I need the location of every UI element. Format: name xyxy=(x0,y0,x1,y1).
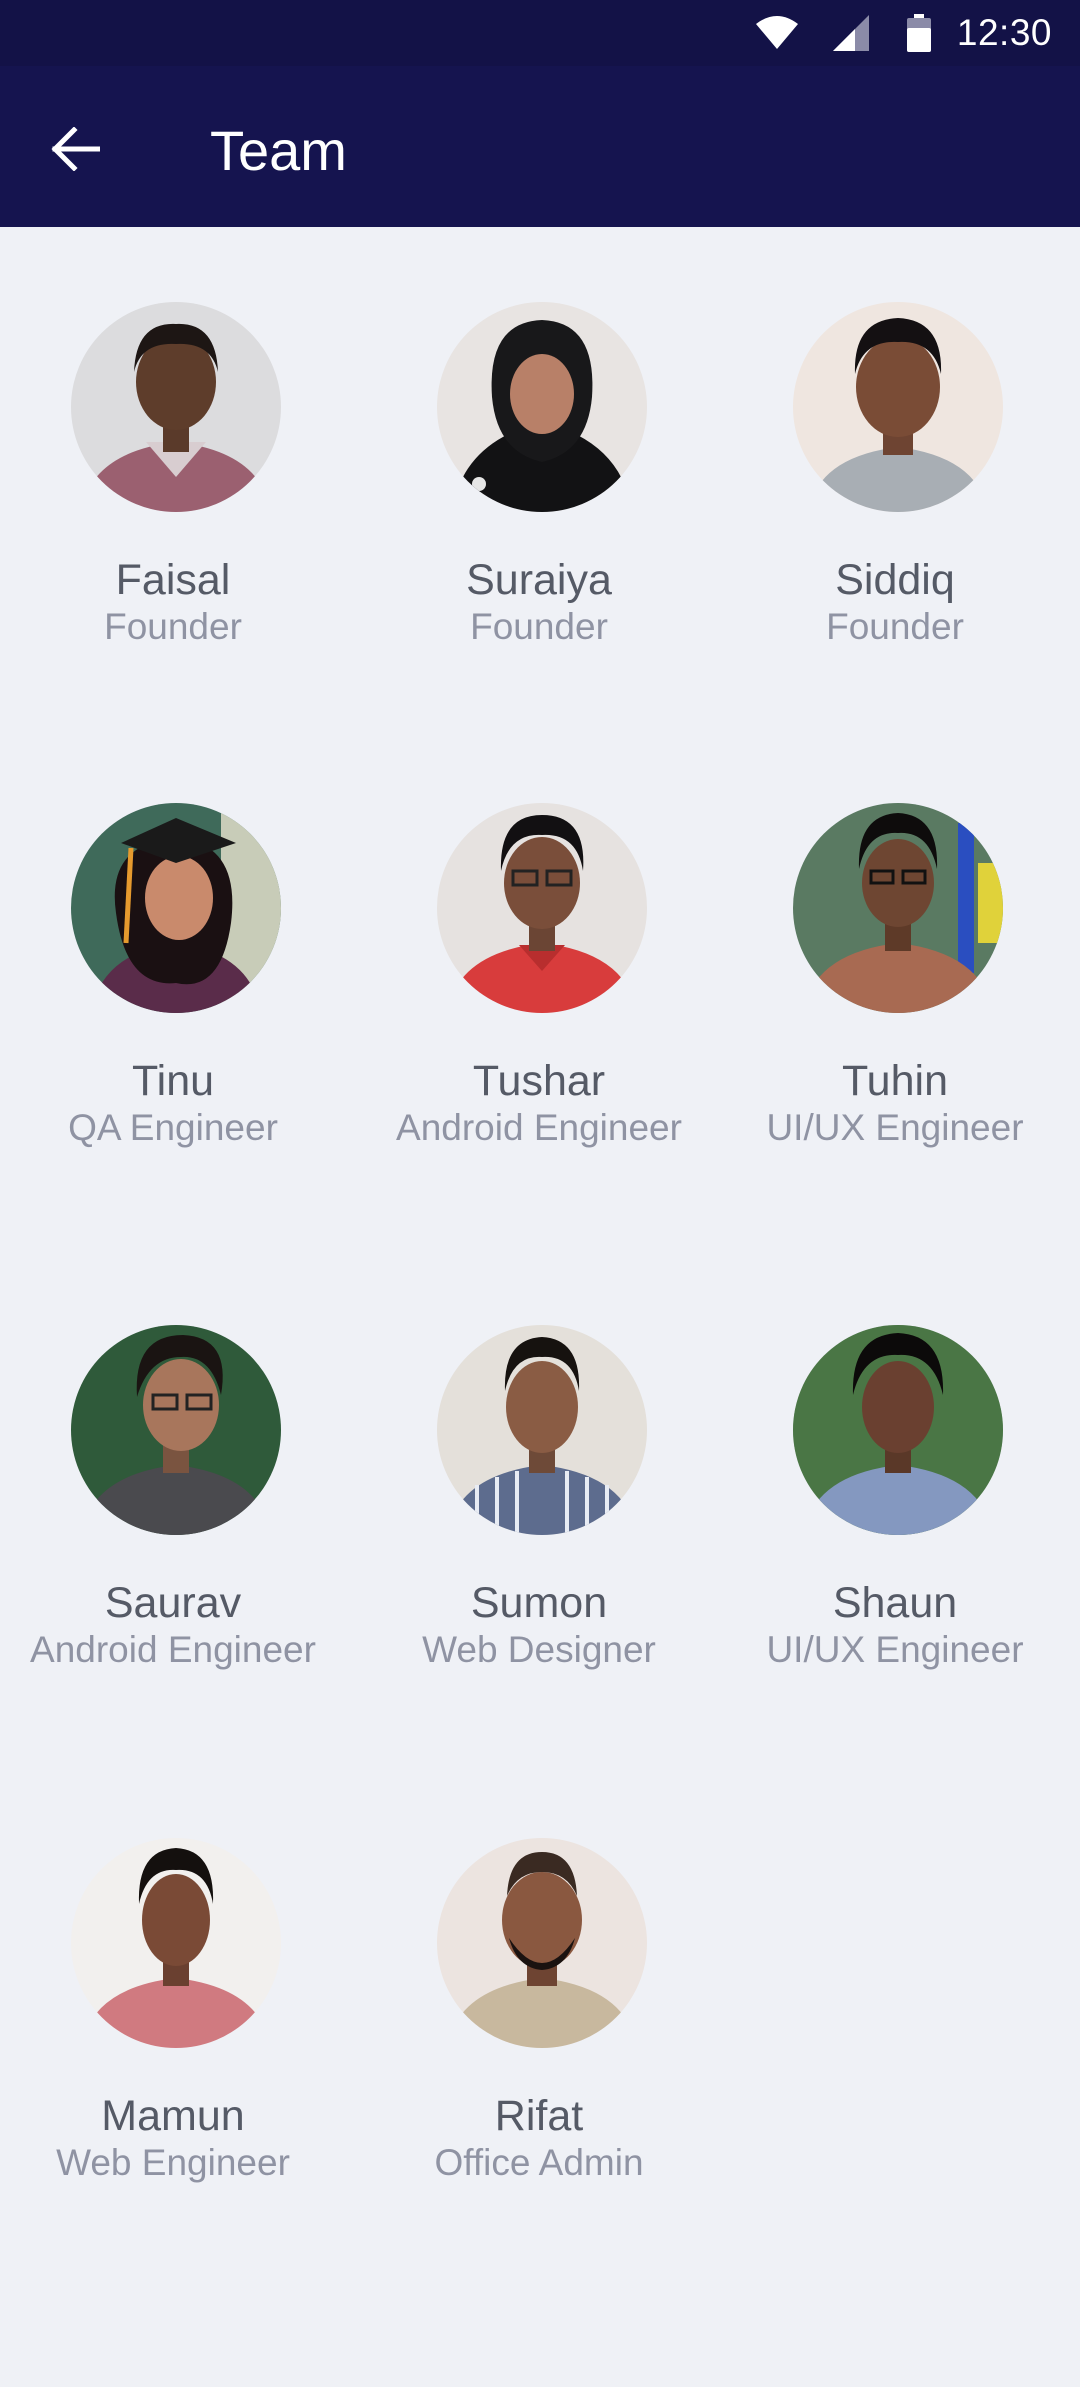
avatar xyxy=(437,803,647,1013)
avatar xyxy=(437,1325,647,1535)
member-name: Siddiq xyxy=(835,556,955,604)
member-role: QA Engineer xyxy=(68,1107,278,1148)
member-role: Android Engineer xyxy=(396,1107,682,1148)
member-name: Tuhin xyxy=(842,1057,948,1105)
member-name: Sumon xyxy=(470,1579,608,1627)
member-role: Android Engineer xyxy=(30,1629,316,1670)
app-bar: Team xyxy=(0,66,1080,227)
avatar xyxy=(793,1325,1003,1535)
member-role: Founder xyxy=(104,606,242,647)
status-time: 12:30 xyxy=(956,12,1052,53)
member-role: UI/UX Engineer xyxy=(766,1629,1024,1670)
member-name: Rifat xyxy=(494,2092,584,2140)
member-name: Shaun xyxy=(832,1579,958,1627)
avatar xyxy=(71,1325,281,1535)
status-icons: 12:30 xyxy=(755,0,1052,66)
wifi-icon xyxy=(755,16,799,50)
page-title: Team xyxy=(210,119,347,182)
avatar xyxy=(437,302,647,512)
avatar xyxy=(71,1838,281,2048)
member-name: Mamun xyxy=(101,2092,245,2140)
avatar xyxy=(793,803,1003,1013)
member-role: Founder xyxy=(470,606,608,647)
back-button[interactable] xyxy=(30,106,120,196)
member-role: Web Engineer xyxy=(56,2142,290,2183)
member-role: Office Admin xyxy=(434,2142,644,2183)
arrow-left-icon xyxy=(50,125,101,176)
member-role: UI/UX Engineer xyxy=(766,1107,1024,1148)
member-name: Saurav xyxy=(104,1579,242,1627)
avatar xyxy=(437,1838,647,2048)
avatar xyxy=(71,803,281,1013)
member-name: Tushar xyxy=(472,1057,606,1105)
avatar xyxy=(793,302,1003,512)
status-bar: 12:30 xyxy=(0,0,1080,66)
member-role: Web Designer xyxy=(422,1629,656,1670)
member-name: Tinu xyxy=(131,1057,215,1105)
member-role: Founder xyxy=(826,606,964,647)
battery-icon xyxy=(906,14,931,52)
member-name: Faisal xyxy=(115,556,231,604)
member-name: Suraiya xyxy=(466,556,612,604)
cell-signal-icon xyxy=(832,15,869,51)
avatar xyxy=(71,302,281,512)
